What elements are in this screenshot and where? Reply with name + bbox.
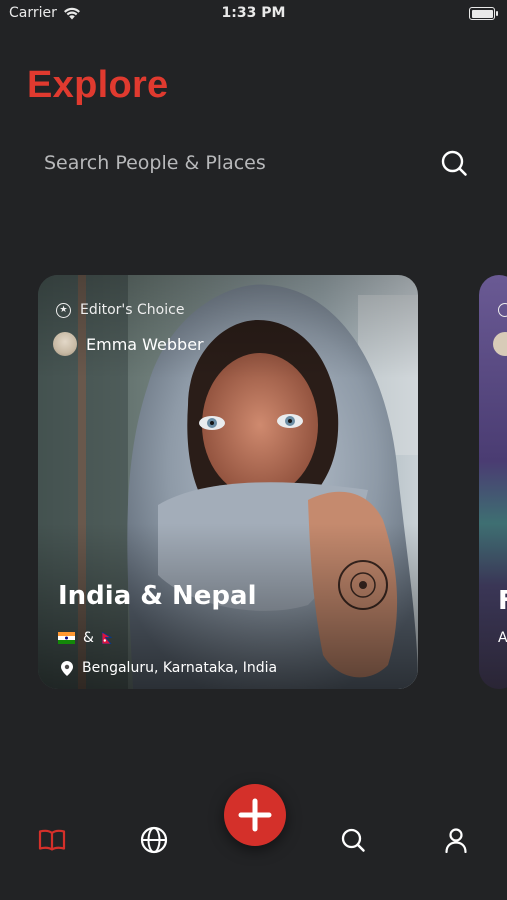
author-name: Emma Webber bbox=[86, 334, 204, 354]
page-title: Explore bbox=[27, 64, 169, 106]
search-icon bbox=[441, 150, 467, 176]
card-title: India & Nepal bbox=[58, 581, 257, 611]
globe-icon bbox=[140, 826, 168, 854]
location-label: Bengaluru, Karnataka, India bbox=[82, 660, 278, 676]
card-location: Bengaluru, Karnataka, India bbox=[61, 660, 277, 676]
explore-card-next[interactable]: F A bbox=[479, 275, 507, 689]
search-button[interactable] bbox=[439, 148, 469, 178]
tab-journal[interactable] bbox=[37, 825, 67, 855]
location-pin-icon bbox=[61, 660, 73, 676]
search-bar[interactable]: Search People & Places bbox=[44, 146, 469, 180]
editors-choice-badge: ★ Editor's Choice bbox=[56, 302, 184, 318]
user-icon bbox=[445, 828, 467, 853]
explore-card[interactable]: ★ Editor's Choice Emma Webber India & Ne… bbox=[38, 275, 418, 689]
book-icon bbox=[38, 829, 66, 851]
tab-globe[interactable] bbox=[139, 825, 169, 855]
next-card-title: F bbox=[498, 586, 507, 616]
next-card-badge-icon bbox=[498, 303, 507, 317]
search-icon bbox=[341, 828, 365, 852]
next-card-location: A bbox=[498, 630, 507, 646]
flags-row: & bbox=[58, 630, 112, 646]
flags-separator: & bbox=[83, 630, 94, 646]
nepal-flag-icon bbox=[101, 632, 112, 644]
badge-label: Editor's Choice bbox=[80, 302, 185, 318]
avatar bbox=[53, 332, 77, 356]
add-icon bbox=[238, 798, 272, 832]
status-bar: Carrier 1:33 PM bbox=[0, 0, 507, 28]
add-button[interactable] bbox=[224, 784, 286, 846]
status-time: 1:33 PM bbox=[221, 5, 286, 21]
tab-search[interactable] bbox=[338, 825, 368, 855]
search-input[interactable]: Search People & Places bbox=[44, 152, 266, 174]
battery-icon bbox=[469, 7, 498, 20]
india-flag-icon bbox=[58, 632, 75, 644]
author[interactable]: Emma Webber bbox=[53, 332, 204, 356]
tab-profile[interactable] bbox=[441, 825, 471, 855]
star-badge-icon: ★ bbox=[56, 302, 71, 318]
tab-bar bbox=[0, 780, 507, 900]
